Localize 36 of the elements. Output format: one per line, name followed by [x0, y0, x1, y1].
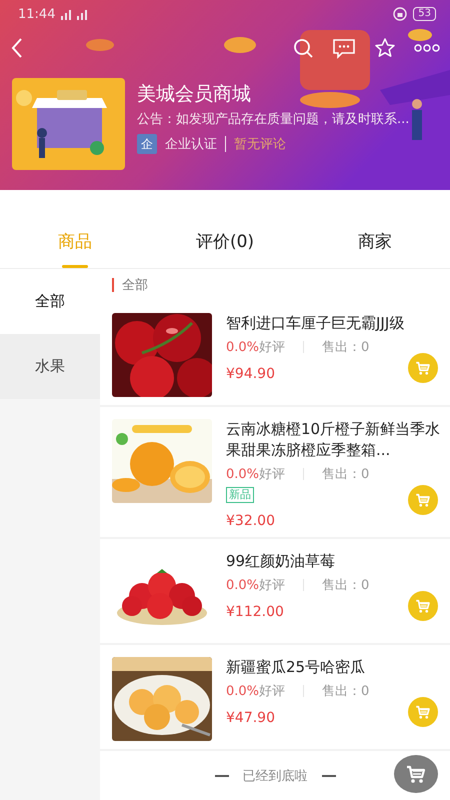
- new-tag: 新品: [226, 487, 254, 503]
- category-item[interactable]: 水果: [0, 334, 100, 399]
- product-name: 99红颜奶油草莓: [226, 551, 336, 572]
- rating-label: 好评: [259, 577, 286, 594]
- section-title: 全部: [122, 277, 148, 294]
- sold-count: 售出：0: [322, 466, 370, 483]
- rating-value: 0.0%: [226, 578, 260, 592]
- product-card[interactable]: 智利进口车厘子巨无霸JJJ级 0.0%好评 售出：0 ¥94.90: [100, 301, 450, 407]
- product-name: 智利进口车厘子巨无霸JJJ级: [226, 313, 404, 334]
- rating-label: 好评: [259, 683, 286, 700]
- product-name: 新疆蜜瓜25号哈密瓜: [226, 657, 366, 678]
- cart-icon: [414, 359, 432, 377]
- cart-icon: [414, 491, 432, 509]
- price: ¥112.00: [226, 604, 284, 620]
- product-card[interactable]: 99红颜奶油草莓 0.0%好评 售出：0 ¥112.00: [100, 539, 450, 645]
- tab[interactable]: 评价(0): [150, 215, 300, 268]
- price: ¥94.90: [226, 366, 275, 382]
- tab[interactable]: 商家: [300, 215, 450, 268]
- category-item[interactable]: 全部: [0, 269, 100, 334]
- end-of-list-text: 已经到底啦: [242, 768, 308, 785]
- product-name: 云南冰糖橙10斤橙子新鲜当季水果甜果冻脐橙应季整箱...: [226, 419, 442, 461]
- cart-icon: [414, 597, 432, 615]
- rating-value: 0.0%: [226, 684, 260, 698]
- rating-label: 好评: [259, 466, 286, 483]
- rating-label: 好评: [259, 339, 286, 356]
- product-card[interactable]: 新疆蜜瓜25号哈密瓜 0.0%好评 售出：0 ¥47.90: [100, 645, 450, 751]
- sold-count: 售出：0: [322, 339, 370, 356]
- sold-count: 售出：0: [322, 577, 370, 594]
- product-card[interactable]: 云南冰糖橙10斤橙子新鲜当季水果甜果冻脐橙应季整箱... 0.0%好评 售出：0 新品 ¥32.00: [100, 407, 450, 539]
- sold-count: 售出：0: [322, 683, 370, 700]
- cart-icon: [414, 703, 432, 721]
- rating-value: 0.0%: [226, 340, 260, 354]
- cart-button[interactable]: [394, 755, 438, 793]
- price: ¥32.00: [226, 513, 275, 529]
- rating-value: 0.0%: [226, 466, 260, 482]
- price: ¥47.90: [226, 710, 275, 726]
